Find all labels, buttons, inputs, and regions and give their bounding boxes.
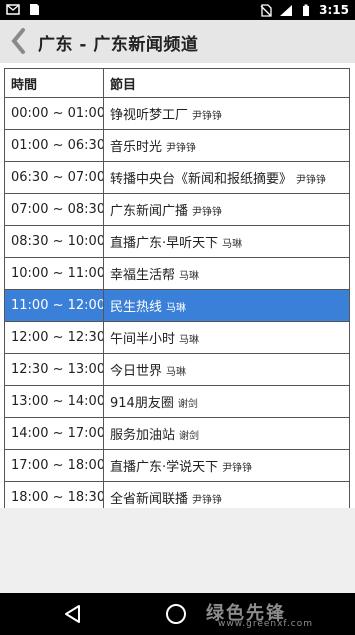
program-name: 全省新闻联播 — [110, 492, 189, 507]
table-header-row: 時間 節目 — [4, 68, 350, 98]
table-row[interactable]: 14:00 ~ 17:00 服务加油站 谢剑 — [4, 417, 350, 450]
sd-card-icon — [30, 4, 39, 15]
table-row[interactable]: 17:00 ~ 18:00 直播广东·学说天下 尹铮铮 — [4, 449, 350, 482]
program-name: 午间半小时 — [110, 332, 176, 347]
table-row[interactable]: 12:30 ~ 13:00 今日世界 马琳 — [4, 353, 350, 386]
clock: 3:15 — [319, 3, 349, 17]
app-bar: 广东 - 广东新闻频道 — [0, 20, 355, 64]
program-cell: 铮视听梦工厂 尹铮铮 — [103, 97, 350, 130]
table-row[interactable]: 11:00 ~ 12:00 民生热线 马琳 — [4, 289, 350, 322]
program-cell: 直播广东·早听天下 马琳 — [103, 225, 350, 258]
back-chevron-icon[interactable] — [8, 27, 30, 55]
no-sim-icon — [260, 3, 272, 17]
table-row[interactable]: 10:00 ~ 11:00 幸福生活帮 马琳 — [4, 257, 350, 290]
schedule-table: 時間 節目 00:00 ~ 01:00 铮视听梦工厂 尹铮铮 01:00 ~ 06:3… — [4, 68, 350, 508]
program-name: 民生热线 — [110, 300, 163, 315]
host-name: 尹铮铮 — [192, 207, 223, 218]
column-header-time: 時間 — [4, 68, 104, 98]
program-cell: 今日世界 马琳 — [103, 353, 350, 386]
program-name: 914朋友圈 — [110, 396, 174, 411]
host-name: 尹铮铮 — [166, 143, 197, 154]
table-row[interactable]: 07:00 ~ 08:30 广东新闻广播 尹铮铮 — [4, 193, 350, 226]
host-name: 马琳 — [179, 335, 200, 346]
table-row[interactable]: 01:00 ~ 06:30 音乐时光 尹铮铮 — [4, 129, 350, 162]
column-header-program: 節目 — [103, 68, 350, 98]
time-cell: 18:00 ~ 18:30 — [4, 481, 104, 508]
host-name: 马琳 — [166, 367, 187, 378]
host-name: 尹铮铮 — [222, 463, 253, 474]
program-name: 直播广东·早听天下 — [110, 236, 219, 251]
time-cell: 10:00 ~ 11:00 — [4, 257, 104, 290]
time-cell: 12:30 ~ 13:00 — [4, 353, 104, 386]
host-name: 尹铮铮 — [192, 111, 223, 122]
program-cell: 全省新闻联播 尹铮铮 — [103, 481, 350, 508]
table-row[interactable]: 18:00 ~ 18:30 全省新闻联播 尹铮铮 — [4, 481, 350, 508]
navigation-bar: 绿色先锋 www.greenxf.com — [0, 593, 355, 635]
host-name: 尹铮铮 — [296, 175, 327, 186]
signal-icon — [280, 4, 293, 16]
nav-back-icon[interactable] — [62, 603, 84, 625]
program-name: 直播广东·学说天下 — [110, 460, 219, 475]
host-name: 谢剑 — [177, 399, 198, 410]
program-cell: 广东新闻广播 尹铮铮 — [103, 193, 350, 226]
program-name: 今日世界 — [110, 364, 163, 379]
host-name: 马琳 — [179, 271, 200, 282]
nav-home-icon[interactable] — [164, 602, 188, 626]
time-cell: 14:00 ~ 17:00 — [4, 417, 104, 450]
time-cell: 00:00 ~ 01:00 — [4, 97, 104, 130]
watermark-url: www.greenxf.com — [218, 619, 314, 629]
host-name: 马琳 — [166, 303, 187, 314]
program-name: 幸福生活帮 — [110, 268, 176, 283]
program-cell: 民生热线 马琳 — [103, 289, 350, 322]
host-name: 马琳 — [222, 239, 243, 250]
time-cell: 08:30 ~ 10:00 — [4, 225, 104, 258]
mail-icon — [6, 4, 20, 15]
program-name: 广东新闻广播 — [110, 204, 189, 219]
table-row[interactable]: 00:00 ~ 01:00 铮视听梦工厂 尹铮铮 — [4, 97, 350, 130]
program-name: 铮视听梦工厂 — [110, 108, 189, 123]
program-name: 服务加油站 — [110, 428, 176, 443]
time-cell: 01:00 ~ 06:30 — [4, 129, 104, 162]
time-cell: 12:00 ~ 12:30 — [4, 321, 104, 354]
status-bar: 3:15 — [0, 0, 355, 20]
program-name: 转播中央台《新闻和报纸摘要》 — [110, 172, 293, 187]
time-cell: 11:00 ~ 12:00 — [4, 289, 104, 322]
program-cell: 幸福生活帮 马琳 — [103, 257, 350, 290]
program-cell: 午间半小时 马琳 — [103, 321, 350, 354]
host-name: 谢剑 — [179, 431, 200, 442]
battery-icon — [303, 4, 310, 16]
table-row[interactable]: 13:00 ~ 14:00 914朋友圈 谢剑 — [4, 385, 350, 418]
time-cell: 07:00 ~ 08:30 — [4, 193, 104, 226]
table-row[interactable]: 12:00 ~ 12:30 午间半小时 马琳 — [4, 321, 350, 354]
program-cell: 914朋友圈 谢剑 — [103, 385, 350, 418]
schedule-panel: 時間 節目 00:00 ~ 01:00 铮视听梦工厂 尹铮铮 01:00 ~ 06:3… — [0, 63, 355, 508]
program-cell: 转播中央台《新闻和报纸摘要》 尹铮铮 — [103, 161, 350, 194]
program-cell: 音乐时光 尹铮铮 — [103, 129, 350, 162]
program-name: 音乐时光 — [110, 140, 163, 155]
host-name: 尹铮铮 — [192, 495, 223, 506]
program-cell: 直播广东·学说天下 尹铮铮 — [103, 449, 350, 482]
program-cell: 服务加油站 谢剑 — [103, 417, 350, 450]
time-cell: 06:30 ~ 07:00 — [4, 161, 104, 194]
time-cell: 17:00 ~ 18:00 — [4, 449, 104, 482]
page-title: 广东 - 广东新闻频道 — [38, 35, 199, 55]
table-row[interactable]: 06:30 ~ 07:00 转播中央台《新闻和报纸摘要》 尹铮铮 — [4, 161, 350, 194]
time-cell: 13:00 ~ 14:00 — [4, 385, 104, 418]
table-row[interactable]: 08:30 ~ 10:00 直播广东·早听天下 马琳 — [4, 225, 350, 258]
